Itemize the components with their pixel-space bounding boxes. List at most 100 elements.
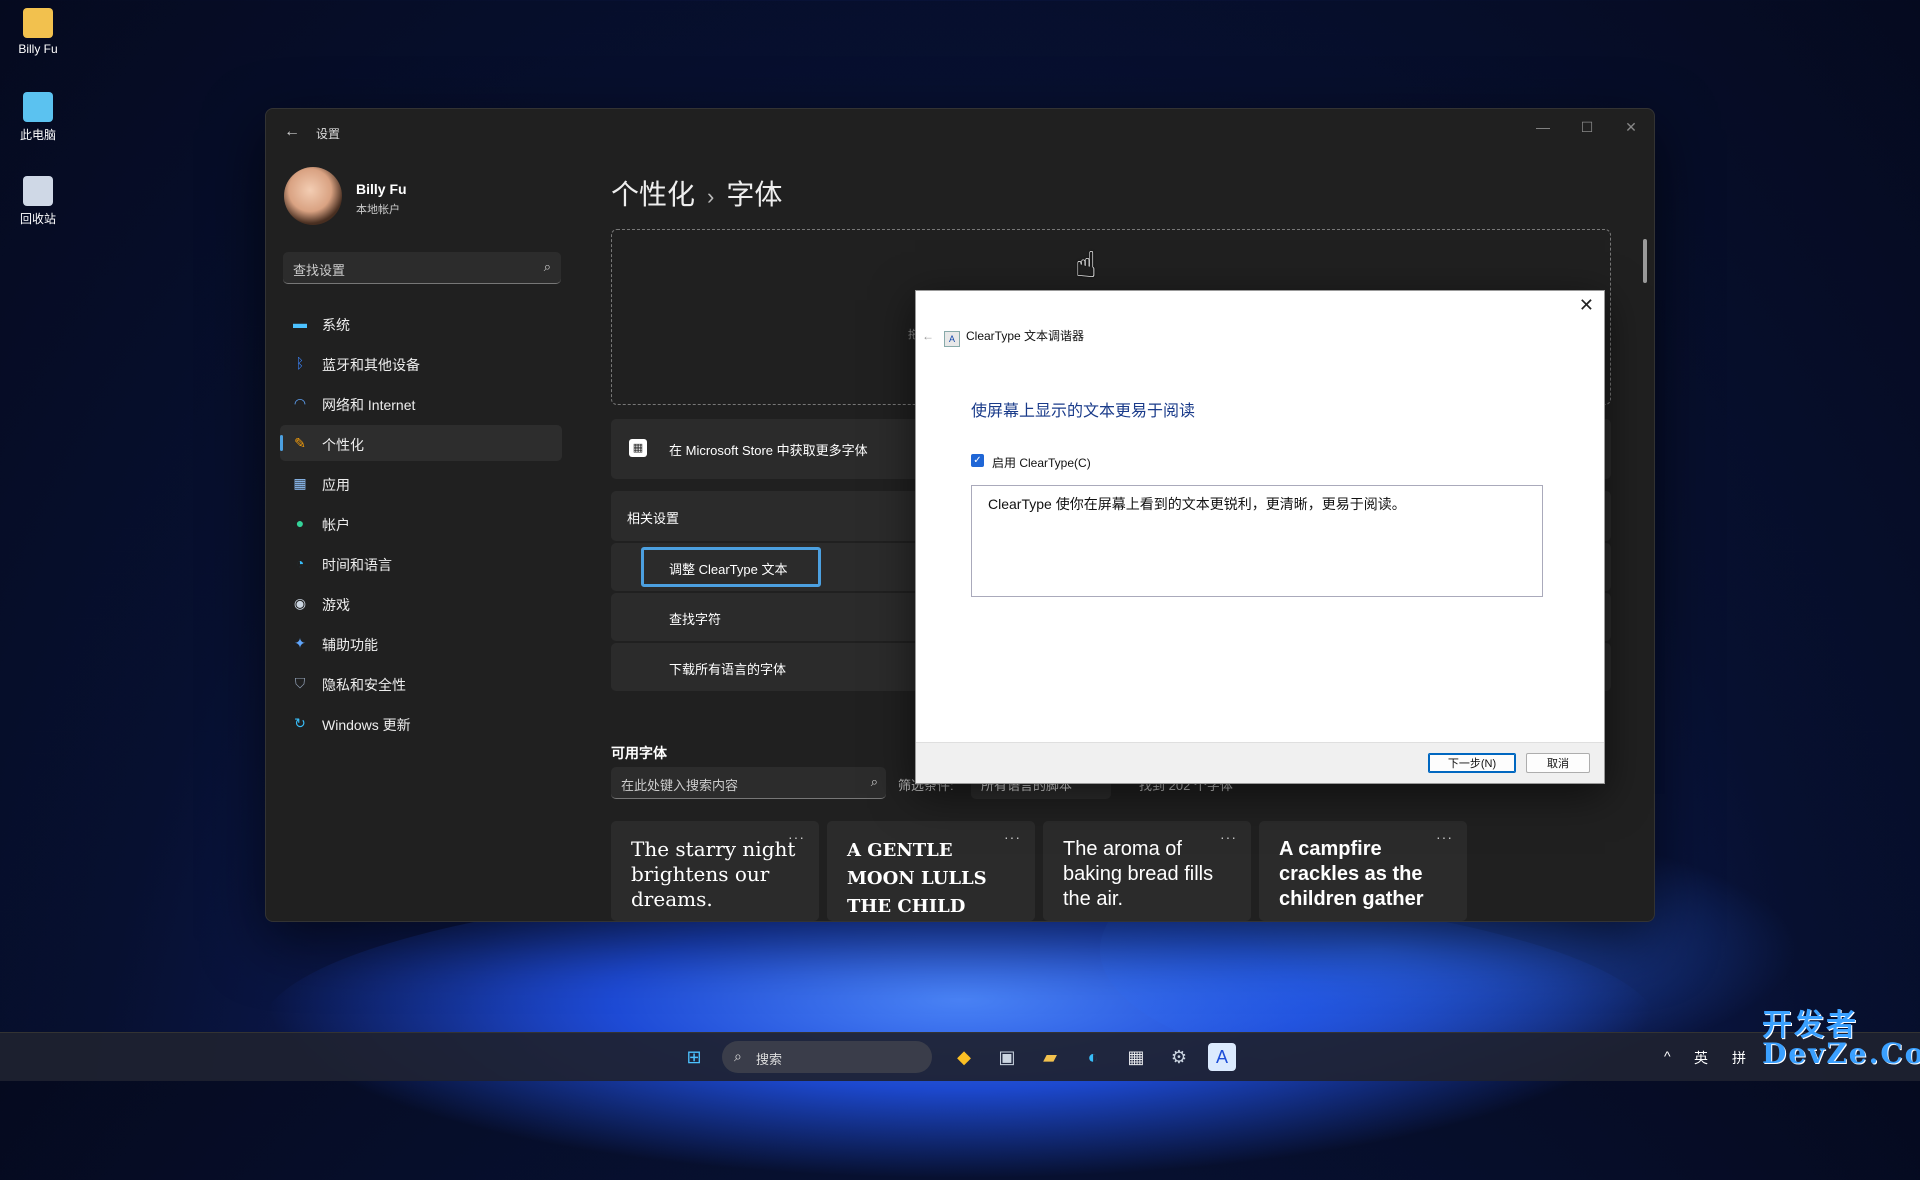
font-card[interactable]: A GENTLE MOON LULLS THE CHILD TO... ··· [827,821,1035,921]
desktop-icon-label: 此电脑 [19,128,56,142]
more-options-icon[interactable]: ··· [1220,829,1237,845]
taskbar-search[interactable]: ⌕ 搜索 [722,1041,932,1073]
wifi-icon: ◠ [293,395,307,411]
sidebar-item-label: 隐私和安全性 [322,677,406,693]
scrollbar[interactable] [1642,219,1648,919]
settings-search-input[interactable]: 查找设置 ⌕ [283,252,561,284]
desktop-icon-label: 回收站 [19,212,56,226]
desktop-icon-billy-fu[interactable]: Billy Fu [10,8,66,56]
sidebar-item-label: 时间和语言 [322,557,392,573]
related-item-label: 下载所有语言的字体 [669,662,787,677]
account-type: 本地帐户 [356,204,400,216]
task-view-icon[interactable]: ▣ [993,1043,1021,1071]
sidebar-item-time-language[interactable]: ◔ 时间和语言 [280,545,562,581]
system-icon: ▬ [293,315,307,331]
widgets-icon[interactable]: ◆ [950,1043,978,1071]
sidebar-item-label: Windows 更新 [322,717,411,733]
font-card[interactable]: A campfire crackles as the children gath… [1259,821,1467,921]
tray-chevron-icon[interactable]: ^ [1664,1048,1671,1064]
font-card[interactable]: The starry night brightens our dreams. ·… [611,821,819,921]
sidebar-item-windows-update[interactable]: ↻ Windows 更新 [280,705,562,741]
avatar [284,167,342,225]
sidebar-item-label: 网络和 Internet [322,397,416,413]
search-icon: ⌕ [734,1048,742,1064]
user-name: Billy Fu [356,181,407,197]
font-preview: A campfire crackles as the children gath… [1279,838,1424,910]
page-title: 字体 [726,179,783,210]
update-icon: ↻ [294,715,306,731]
accessibility-icon: ✦ [294,635,306,651]
font-preview: The starry night brightens our dreams. [631,837,796,911]
sidebar-item-bluetooth[interactable]: ᛒ 蓝牙和其他设备 [280,345,562,381]
more-options-icon[interactable]: ··· [1004,829,1021,845]
available-fonts-header: 可用字体 [611,745,667,761]
settings-gear-icon[interactable]: ⚙ [1165,1043,1193,1071]
checkbox-label[interactable]: 启用 ClearType(C) [992,454,1091,471]
sample-text-box: ClearType 使你在屏幕上看到的文本更锐利，更清晰，更易于阅读。 [971,485,1543,597]
font-search-input[interactable]: 在此处键入搜索内容 ⌕ [611,767,886,799]
desktop-icon-this-pc[interactable]: 此电脑 [10,92,66,143]
desktop-icon-recycle-bin[interactable]: 回收站 [10,176,66,227]
watermark-line-2: DevZe.CoM [1762,1037,1920,1070]
cancel-button[interactable]: 取消 [1526,753,1590,773]
font-search-placeholder: 在此处键入搜索内容 [621,778,739,793]
edge-icon[interactable]: ◐ [1079,1043,1107,1071]
enable-cleartype-checkbox[interactable]: ✓ [971,454,984,467]
sidebar-item-label: 蓝牙和其他设备 [322,357,420,373]
sidebar-item-label: 个性化 [322,437,364,453]
sidebar-item-network[interactable]: ◠ 网络和 Internet [280,385,562,421]
scrollbar-thumb[interactable] [1643,239,1647,283]
account-icon: ● [295,515,305,531]
store-icon: ▦ [629,439,647,457]
globe-clock-icon: ◔ [295,555,305,571]
search-placeholder: 查找设置 [293,263,346,278]
bluetooth-icon: ᛒ [295,355,305,371]
more-options-icon[interactable]: ··· [788,829,805,845]
sidebar-item-privacy[interactable]: ⛉ 隐私和安全性 [280,665,562,701]
sidebar-item-system[interactable]: ▬ 系统 [280,305,562,341]
cleartype-tuner-dialog: ✕ ← A ClearType 文本调谐器 使屏幕上显示的文本更易于阅读 ✓ 启用 … [915,290,1605,784]
file-explorer-icon[interactable]: ▰ [1036,1043,1064,1071]
store-link-label: 在 Microsoft Store 中获取更多字体 [669,443,868,458]
sidebar-item-label: 游戏 [322,597,350,613]
cleartype-app-icon: A [944,331,960,347]
close-button[interactable]: ✕ [1616,119,1646,136]
ime-mode-indicator[interactable]: 拼 [1732,1048,1746,1068]
sidebar-item-gaming[interactable]: ◉ 游戏 [280,585,562,621]
sidebar-nav: ▬ 系统 ᛒ 蓝牙和其他设备 ◠ 网络和 Internet ✎ 个性化 ▦ 应用 ● 帐户 … [280,305,562,745]
window-title: 设置 [316,127,341,141]
gamepad-icon: ◉ [293,595,307,611]
sidebar-item-accounts[interactable]: ● 帐户 [280,505,562,541]
hand-cursor-icon: ☝ [1075,244,1097,285]
related-item-label: 调整 ClearType 文本 [669,562,788,577]
breadcrumb: 个性化 › 字体 [611,173,782,213]
maximize-button[interactable]: ☐ [1572,119,1602,136]
next-button[interactable]: 下一步(N) [1428,753,1516,773]
sidebar-item-accessibility[interactable]: ✦ 辅助功能 [280,625,562,661]
related-item-label: 查找字符 [669,612,722,627]
breadcrumb-parent[interactable]: 个性化 [611,179,695,210]
back-icon[interactable]: ← [284,123,300,141]
more-options-icon[interactable]: ··· [1436,829,1453,845]
folder-icon [23,8,53,38]
sidebar-item-personalization[interactable]: ✎ 个性化 [280,425,562,461]
user-profile[interactable]: Billy Fu 本地帐户 [284,167,407,225]
search-icon: ⌕ [543,259,551,274]
store-icon[interactable]: ▦ [1122,1043,1150,1071]
cleartype-taskbar-icon[interactable]: A [1208,1043,1236,1071]
sidebar-item-apps[interactable]: ▦ 应用 [280,465,562,501]
dialog-app-title: ClearType 文本调谐器 [966,329,1085,343]
back-arrow-icon[interactable]: ← [922,329,934,343]
minimize-button[interactable]: — [1528,119,1558,135]
font-preview: A GENTLE MOON LULLS THE CHILD TO... [847,840,987,917]
close-icon[interactable]: ✕ [1579,295,1594,316]
brush-icon: ✎ [294,435,306,451]
sidebar-item-label: 应用 [322,477,350,493]
sample-text: ClearType 使你在屏幕上看到的文本更锐利，更清晰，更易于阅读。 [988,496,1406,512]
start-icon[interactable]: ⊞ [680,1043,708,1071]
related-settings-title: 相关设置 [627,511,680,526]
font-card[interactable]: The aroma of baking bread fills the air.… [1043,821,1251,921]
site-watermark: 开发者 DevZe.CoM [1762,1009,1920,1070]
watermark-line-1: 开发者 [1762,1009,1858,1042]
input-language-indicator[interactable]: 英 [1694,1048,1708,1068]
